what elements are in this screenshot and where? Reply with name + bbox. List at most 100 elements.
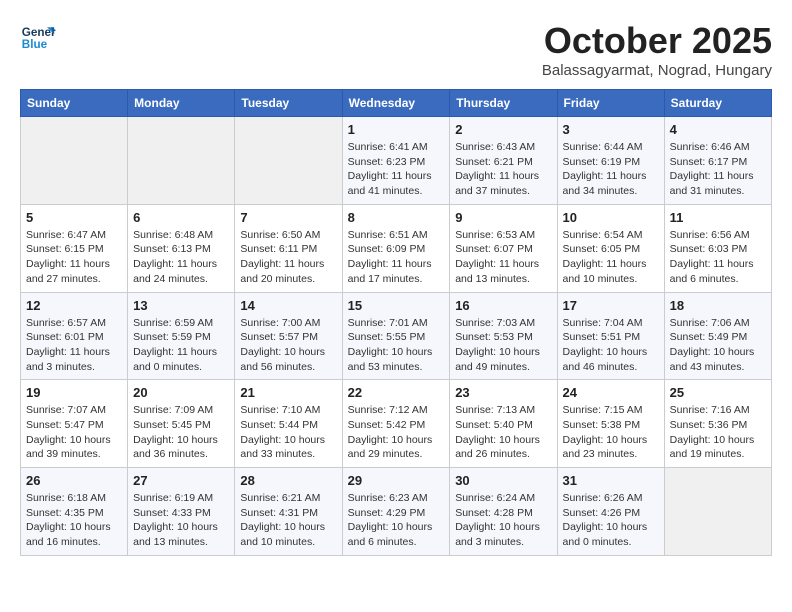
weekday-header: Tuesday [235,90,342,117]
day-number: 18 [670,298,766,313]
day-number: 10 [563,210,659,225]
day-number: 1 [348,122,445,137]
day-info: Sunrise: 6:21 AM Sunset: 4:31 PM Dayligh… [240,491,336,550]
day-info: Sunrise: 6:26 AM Sunset: 4:26 PM Dayligh… [563,491,659,550]
calendar-cell: 31 Sunrise: 6:26 AM Sunset: 4:26 PM Dayli… [557,468,664,556]
day-number: 16 [455,298,551,313]
day-info: Sunrise: 7:09 AM Sunset: 5:45 PM Dayligh… [133,403,229,462]
calendar-cell: 12Sunrise: 6:57 AM Sunset: 6:01 PM Dayli… [21,292,128,380]
day-number: 22 [348,385,445,400]
calendar-cell: 18 Sunrise: 7:06 AM Sunset: 5:49 PM Dayli… [664,292,771,380]
calendar-table: SundayMondayTuesdayWednesdayThursdayFrid… [20,89,772,556]
day-info: Sunrise: 6:56 AM Sunset: 6:03 PM Dayligh… [670,228,766,287]
calendar-cell [128,117,235,205]
day-info: Sunrise: 6:19 AM Sunset: 4:33 PM Dayligh… [133,491,229,550]
day-number: 6 [133,210,229,225]
day-number: 13 [133,298,229,313]
day-info: Sunrise: 7:10 AM Sunset: 5:44 PM Dayligh… [240,403,336,462]
day-info: Sunrise: 7:07 AM Sunset: 5:47 PM Dayligh… [26,403,122,462]
calendar-cell: 2 Sunrise: 6:43 AM Sunset: 6:21 PM Daylig… [450,117,557,205]
weekday-header: Saturday [664,90,771,117]
day-number: 27 [133,473,229,488]
calendar-week-row: 26 Sunrise: 6:18 AM Sunset: 4:35 PM Dayli… [21,468,772,556]
calendar-cell [21,117,128,205]
day-number: 29 [348,473,445,488]
day-info: Sunrise: 6:46 AM Sunset: 6:17 PM Dayligh… [670,140,766,199]
calendar-cell: 5 Sunrise: 6:47 AM Sunset: 6:15 PM Daylig… [21,204,128,292]
month-title: October 2025 [542,20,772,62]
day-number: 5 [26,210,122,225]
location: Balassagyarmat, Nograd, Hungary [542,62,772,79]
calendar-cell: 27 Sunrise: 6:19 AM Sunset: 4:33 PM Dayli… [128,468,235,556]
day-info: Sunrise: 6:41 AM Sunset: 6:23 PM Dayligh… [348,140,445,199]
calendar-cell: 23 Sunrise: 7:13 AM Sunset: 5:40 PM Dayli… [450,380,557,468]
calendar-cell: 21Sunrise: 7:10 AM Sunset: 5:44 PM Dayli… [235,380,342,468]
day-info: Sunrise: 6:24 AM Sunset: 4:28 PM Dayligh… [455,491,551,550]
day-info: Sunrise: 7:15 AM Sunset: 5:38 PM Dayligh… [563,403,659,462]
day-number: 26 [26,473,122,488]
weekday-header: Friday [557,90,664,117]
day-info: Sunrise: 7:04 AM Sunset: 5:51 PM Dayligh… [563,316,659,375]
calendar-cell: 17 Sunrise: 7:04 AM Sunset: 5:51 PM Dayli… [557,292,664,380]
calendar-cell: 25Sunrise: 7:16 AM Sunset: 5:36 PM Dayli… [664,380,771,468]
calendar-cell: 10Sunrise: 6:54 AM Sunset: 6:05 PM Dayli… [557,204,664,292]
calendar-cell: 11 Sunrise: 6:56 AM Sunset: 6:03 PM Dayli… [664,204,771,292]
day-number: 31 [563,473,659,488]
day-number: 4 [670,122,766,137]
day-number: 28 [240,473,336,488]
day-info: Sunrise: 6:48 AM Sunset: 6:13 PM Dayligh… [133,228,229,287]
day-info: Sunrise: 6:50 AM Sunset: 6:11 PM Dayligh… [240,228,336,287]
calendar-cell: 19 Sunrise: 7:07 AM Sunset: 5:47 PM Dayli… [21,380,128,468]
day-info: Sunrise: 6:53 AM Sunset: 6:07 PM Dayligh… [455,228,551,287]
day-info: Sunrise: 7:03 AM Sunset: 5:53 PM Dayligh… [455,316,551,375]
weekday-header: Wednesday [342,90,450,117]
title-block: October 2025 Balassagyarmat, Nograd, Hun… [542,20,772,79]
day-info: Sunrise: 7:00 AM Sunset: 5:57 PM Dayligh… [240,316,336,375]
weekday-header: Monday [128,90,235,117]
page-header: General Blue October 2025 Balassagyarmat… [20,20,772,79]
day-number: 20 [133,385,229,400]
day-info: Sunrise: 6:43 AM Sunset: 6:21 PM Dayligh… [455,140,551,199]
day-info: Sunrise: 6:47 AM Sunset: 6:15 PM Dayligh… [26,228,122,287]
calendar-cell: 22 Sunrise: 7:12 AM Sunset: 5:42 PM Dayli… [342,380,450,468]
day-number: 19 [26,385,122,400]
day-number: 9 [455,210,551,225]
day-info: Sunrise: 7:06 AM Sunset: 5:49 PM Dayligh… [670,316,766,375]
day-info: Sunrise: 7:16 AM Sunset: 5:36 PM Dayligh… [670,403,766,462]
day-number: 8 [348,210,445,225]
day-number: 11 [670,210,766,225]
day-number: 30 [455,473,551,488]
svg-text:Blue: Blue [22,38,48,51]
day-info: Sunrise: 7:01 AM Sunset: 5:55 PM Dayligh… [348,316,445,375]
logo-icon: General Blue [20,20,56,56]
calendar-cell [664,468,771,556]
day-number: 3 [563,122,659,137]
calendar-cell: 4 Sunrise: 6:46 AM Sunset: 6:17 PM Daylig… [664,117,771,205]
day-info: Sunrise: 6:23 AM Sunset: 4:29 PM Dayligh… [348,491,445,550]
day-number: 7 [240,210,336,225]
day-number: 15 [348,298,445,313]
calendar-week-row: 5 Sunrise: 6:47 AM Sunset: 6:15 PM Daylig… [21,204,772,292]
day-info: Sunrise: 6:44 AM Sunset: 6:19 PM Dayligh… [563,140,659,199]
day-number: 23 [455,385,551,400]
calendar-cell: 8 Sunrise: 6:51 AM Sunset: 6:09 PM Daylig… [342,204,450,292]
day-number: 14 [240,298,336,313]
day-info: Sunrise: 6:59 AM Sunset: 5:59 PM Dayligh… [133,316,229,375]
calendar-cell: 20 Sunrise: 7:09 AM Sunset: 5:45 PM Dayli… [128,380,235,468]
day-info: Sunrise: 6:18 AM Sunset: 4:35 PM Dayligh… [26,491,122,550]
calendar-week-row: 1 Sunrise: 6:41 AM Sunset: 6:23 PM Daylig… [21,117,772,205]
day-number: 2 [455,122,551,137]
day-info: Sunrise: 7:12 AM Sunset: 5:42 PM Dayligh… [348,403,445,462]
day-info: Sunrise: 7:13 AM Sunset: 5:40 PM Dayligh… [455,403,551,462]
calendar-cell: 6 Sunrise: 6:48 AM Sunset: 6:13 PM Daylig… [128,204,235,292]
calendar-cell: 14 Sunrise: 7:00 AM Sunset: 5:57 PM Dayli… [235,292,342,380]
day-info: Sunrise: 6:51 AM Sunset: 6:09 PM Dayligh… [348,228,445,287]
day-number: 24 [563,385,659,400]
calendar-cell: 7 Sunrise: 6:50 AM Sunset: 6:11 PM Daylig… [235,204,342,292]
calendar-cell: 9 Sunrise: 6:53 AM Sunset: 6:07 PM Daylig… [450,204,557,292]
day-info: Sunrise: 6:57 AM Sunset: 6:01 PM Dayligh… [26,316,122,375]
calendar-cell: 13 Sunrise: 6:59 AM Sunset: 5:59 PM Dayli… [128,292,235,380]
day-number: 17 [563,298,659,313]
calendar-cell: 26 Sunrise: 6:18 AM Sunset: 4:35 PM Dayli… [21,468,128,556]
calendar-week-row: 12Sunrise: 6:57 AM Sunset: 6:01 PM Dayli… [21,292,772,380]
